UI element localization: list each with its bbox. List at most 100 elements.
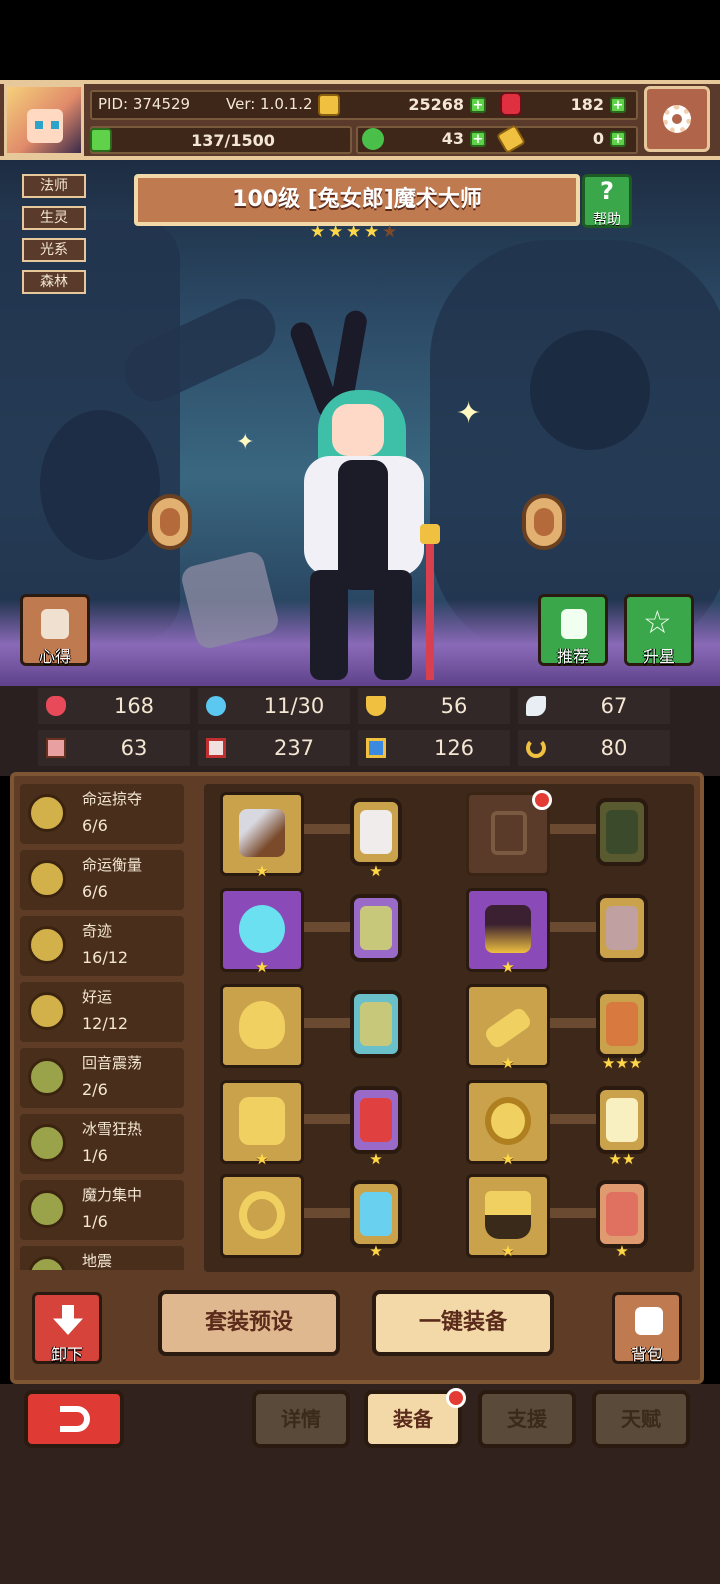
recommend-label: 推荐 bbox=[556, 647, 589, 666]
notes-button[interactable]: 心得 bbox=[20, 594, 90, 666]
gem-rank: ★★ bbox=[608, 1150, 636, 1168]
set-progress: 12/12 bbox=[82, 1014, 129, 1033]
socket-gem[interactable] bbox=[350, 1180, 402, 1248]
set-progress: 1/6 bbox=[82, 1146, 108, 1165]
help-button[interactable]: ? 帮助 bbox=[582, 174, 632, 228]
set-name: 命运掠夺 bbox=[82, 790, 143, 808]
socket-gem[interactable] bbox=[350, 798, 402, 866]
player-id: PID: 374529 bbox=[98, 95, 191, 113]
socket-gem[interactable] bbox=[596, 798, 648, 866]
add-clover-button[interactable]: + bbox=[470, 131, 486, 147]
add-gold-button[interactable]: + bbox=[470, 97, 486, 113]
set-name: 地震 bbox=[82, 1252, 113, 1270]
return-arrow-icon bbox=[60, 1406, 90, 1432]
tab-support[interactable]: 支援 bbox=[478, 1390, 576, 1448]
star-icon: ★ bbox=[310, 222, 326, 242]
tab-talent[interactable]: 天赋 bbox=[592, 1390, 690, 1448]
red-gem-icon bbox=[360, 1098, 392, 1142]
stats-panel: 168 11/30 56 67 63 237 126 80 bbox=[0, 686, 720, 776]
stat-luck: 80 bbox=[518, 730, 670, 766]
unequip-label: 卸下 bbox=[50, 1345, 83, 1364]
orb-icon bbox=[239, 905, 285, 953]
recommend-button[interactable]: 推荐 bbox=[538, 594, 608, 666]
list-item[interactable]: 好运 12/12 bbox=[20, 982, 184, 1042]
stat-resist: 126 bbox=[358, 730, 510, 766]
question-icon: ? bbox=[600, 177, 614, 205]
list-item[interactable]: 冰雪狂热 1/6 bbox=[20, 1114, 184, 1174]
version-label: Ver: 1.0.1.2 bbox=[226, 95, 313, 113]
gold-gem-icon bbox=[606, 1098, 638, 1142]
add-key-button[interactable]: + bbox=[610, 131, 626, 147]
key-amount: 0 bbox=[592, 129, 604, 148]
set-medal-icon bbox=[28, 1124, 66, 1162]
tab-alert-badge bbox=[446, 1388, 466, 1408]
list-item[interactable]: 奇迹 16/12 bbox=[20, 916, 184, 976]
crown-icon bbox=[485, 1097, 531, 1145]
set-medal-icon bbox=[28, 860, 66, 898]
set-medal-icon bbox=[28, 1256, 66, 1270]
necklace-slot[interactable] bbox=[220, 984, 304, 1068]
set-medal-icon bbox=[28, 794, 66, 832]
star-up-button[interactable]: ☆ 升星 bbox=[624, 594, 694, 666]
ring-slot[interactable] bbox=[220, 1174, 304, 1258]
gem-rank: ★ bbox=[369, 862, 383, 880]
rotate-right-coin-icon[interactable] bbox=[522, 494, 566, 550]
tab-details[interactable]: 详情 bbox=[252, 1390, 350, 1448]
list-item[interactable]: 命运掠夺 6/6 bbox=[20, 784, 184, 844]
set-name: 魔力集中 bbox=[82, 1186, 143, 1204]
rotate-left-coin-icon[interactable] bbox=[148, 494, 192, 550]
auto-equip-button[interactable]: 一键装备 bbox=[372, 1290, 554, 1356]
shield-icon bbox=[366, 696, 386, 716]
stamina-icon bbox=[90, 128, 112, 152]
green-gem-icon bbox=[360, 906, 392, 950]
ring-icon bbox=[239, 1191, 285, 1239]
necklace-icon bbox=[239, 1001, 285, 1049]
stat-value: 11/30 bbox=[263, 694, 325, 718]
socket-gem[interactable] bbox=[596, 1086, 648, 1154]
set-bonus-list[interactable]: 命运掠夺 6/6 命运衡量 6/6 奇迹 16/12 好运 12/12 回音震荡 2/6 … bbox=[20, 784, 188, 1270]
add-ruby-button[interactable]: + bbox=[610, 97, 626, 113]
unequip-button[interactable]: 卸下 bbox=[32, 1292, 102, 1364]
settings-button[interactable] bbox=[644, 86, 710, 152]
sparkle-icon: ✦ bbox=[236, 430, 255, 455]
slot-rank: ★ bbox=[501, 1242, 515, 1260]
character-stars: ★ ★ ★ ★ ★ bbox=[310, 222, 406, 244]
bag-button[interactable]: 背包 bbox=[612, 1292, 682, 1364]
stat-value: 80 bbox=[600, 736, 628, 760]
socket-gem[interactable] bbox=[596, 990, 648, 1058]
magic-scroll-icon bbox=[366, 738, 386, 758]
set-medal-icon bbox=[28, 1058, 66, 1096]
preset-button[interactable]: 套装预设 bbox=[158, 1290, 340, 1356]
stat-value: 168 bbox=[113, 694, 155, 718]
tag-terrain: 森林 bbox=[22, 270, 86, 294]
arrow-down-icon bbox=[53, 1305, 83, 1335]
sparkle-icon: ✦ bbox=[456, 396, 482, 431]
socket-gem[interactable] bbox=[596, 1180, 648, 1248]
back-button[interactable] bbox=[24, 1390, 124, 1448]
socket-gem[interactable] bbox=[350, 990, 402, 1058]
list-item[interactable]: 回音震荡 2/6 bbox=[20, 1048, 184, 1108]
stat-speed: 67 bbox=[518, 688, 670, 724]
stat-value: 237 bbox=[273, 736, 315, 760]
stat-mana: 11/30 bbox=[198, 688, 350, 724]
stat-magic: 237 bbox=[198, 730, 350, 766]
set-name: 命运衡量 bbox=[82, 856, 143, 874]
stat-value: 126 bbox=[433, 736, 475, 760]
socket-gem[interactable] bbox=[596, 894, 648, 962]
backpack-icon bbox=[635, 1307, 663, 1335]
spellbook-icon bbox=[206, 738, 226, 758]
slot-rank: ★ bbox=[255, 958, 269, 976]
equipment-grid: ★ ★ ★ ★ ★ ★★★ ★ ★ ★ ★★ ★ ★ ★ bbox=[204, 784, 694, 1272]
horseshoe-icon bbox=[526, 738, 546, 758]
stat-defense: 56 bbox=[358, 688, 510, 724]
set-name: 好运 bbox=[82, 988, 113, 1006]
socket-gem[interactable] bbox=[350, 894, 402, 962]
list-item[interactable]: 命运衡量 6/6 bbox=[20, 850, 184, 910]
socket-gem[interactable] bbox=[350, 1086, 402, 1154]
player-avatar[interactable] bbox=[4, 84, 84, 156]
list-item[interactable]: 魔力集中 1/6 bbox=[20, 1180, 184, 1240]
brooch-icon bbox=[239, 1097, 285, 1145]
list-item[interactable]: 地震 bbox=[20, 1246, 184, 1270]
stat-value: 67 bbox=[600, 694, 628, 718]
new-alert-badge bbox=[532, 790, 552, 810]
